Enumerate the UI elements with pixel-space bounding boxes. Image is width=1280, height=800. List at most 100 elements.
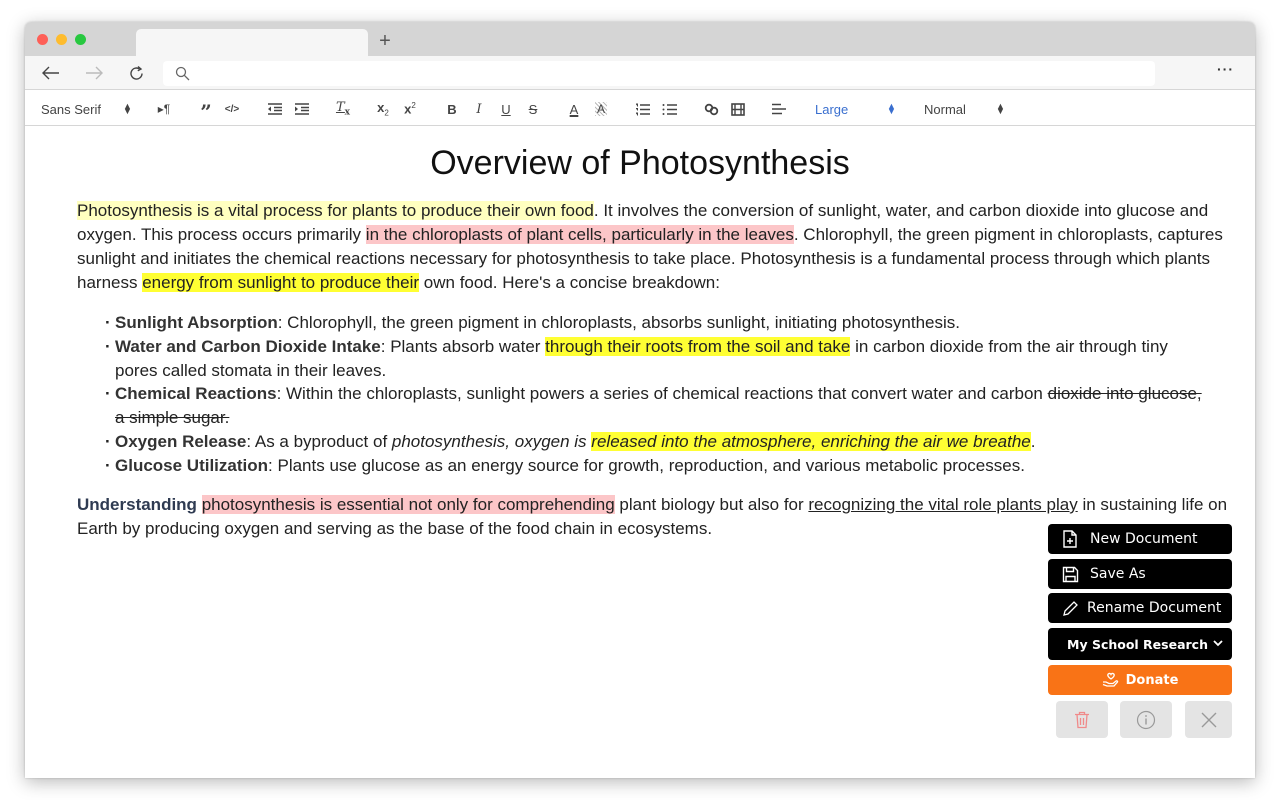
strikethrough-button[interactable]: S [524, 100, 542, 118]
text-span: own food. Here's a concise breakdown: [419, 273, 720, 292]
navigation-bar: ··· [25, 56, 1255, 90]
list-item: Sunlight Absorption: Chlorophyll, the gr… [103, 311, 1203, 335]
tab-bar: + [25, 22, 1255, 57]
italic-icon: I [476, 101, 482, 117]
code-block-button[interactable]: </> [223, 100, 241, 118]
select-arrows-icon: ▲ ▼ [996, 101, 1005, 116]
subscript-button[interactable]: x2 [374, 100, 392, 118]
direction-button[interactable]: ▸¶ [155, 100, 173, 118]
heading-value: Normal [924, 101, 966, 117]
list-item: Water and Carbon Dioxide Intake: Plants … [103, 335, 1203, 383]
list-item: Glucose Utilization: Plants use glucose … [103, 454, 1203, 478]
font-family-select[interactable]: Sans Serif ▲ ▼ [41, 100, 136, 118]
underline-icon: U [501, 101, 511, 117]
text-color-button[interactable]: A [565, 100, 583, 118]
info-button[interactable] [1120, 701, 1172, 738]
highlighted-text: released into the atmosphere, enriching … [591, 431, 1031, 451]
text-color-icon: A [569, 101, 579, 117]
bold-text: Understanding [77, 495, 197, 514]
maximize-window-button[interactable] [75, 34, 86, 45]
url-input[interactable] [197, 64, 1137, 83]
arrow-right-icon [86, 66, 103, 80]
bold-button[interactable]: B [443, 100, 461, 118]
list-item-title: Water and Carbon Dioxide Intake [115, 336, 381, 356]
ordered-list-button[interactable] [633, 100, 651, 118]
reload-icon [129, 65, 143, 80]
highlighted-text: in the chloroplasts of plant cells, part… [365, 225, 794, 244]
list-item-text: : As a byproduct of [246, 431, 392, 451]
link-button[interactable] [702, 100, 720, 118]
trash-icon [1075, 711, 1089, 728]
strikethrough-icon: S [528, 101, 538, 117]
delete-button[interactable] [1056, 701, 1108, 738]
code-icon: </> [224, 103, 240, 115]
heart-hand-icon [1102, 672, 1120, 688]
italic-button[interactable]: I [470, 100, 488, 118]
align-button[interactable] [770, 100, 788, 118]
browser-window: + ··· Sans Serif ▲ ▼ ▸¶ ” </> Tx x2 x2 B… [25, 22, 1255, 778]
document-select[interactable]: My School Research [1048, 628, 1232, 660]
more-menu-button[interactable]: ··· [1217, 61, 1234, 77]
font-size-select[interactable]: Large ▲ ▼ [815, 100, 900, 118]
highlight-color-icon: A [594, 102, 607, 116]
outdent-button[interactable] [265, 100, 283, 118]
outdent-icon [267, 103, 282, 115]
text-span [197, 495, 202, 514]
info-icon [1136, 710, 1156, 729]
heading-select[interactable]: Normal ▲ ▼ [924, 100, 1009, 118]
blockquote-button[interactable]: ” [197, 100, 215, 122]
font-size-value: Large [815, 101, 849, 117]
intro-paragraph: Photosynthesis is a vital process for pl… [77, 199, 1247, 295]
link-icon [704, 103, 718, 115]
close-window-button[interactable] [37, 34, 48, 45]
new-document-button[interactable]: New Document [1048, 524, 1232, 554]
list-item-title: Sunlight Absorption [115, 313, 278, 332]
arrow-left-icon [42, 66, 59, 80]
superscript-button[interactable]: x2 [401, 100, 419, 118]
underline-button[interactable]: U [497, 100, 515, 118]
browser-tab[interactable] [136, 29, 368, 57]
chevron-down-icon [1213, 640, 1223, 647]
editor-toolbar: Sans Serif ▲ ▼ ▸¶ ” </> Tx x2 x2 B I U S … [25, 91, 1255, 126]
text-span: plant biology but also for [614, 495, 809, 514]
bullet-list-button[interactable] [660, 100, 678, 118]
list-item-text: : Plants use glucose as an energy source… [268, 455, 1025, 475]
address-bar[interactable] [163, 61, 1155, 86]
document-title: Overview of Photosynthesis [430, 144, 850, 182]
new-document-label: New Document [1090, 531, 1198, 547]
list-item-title: Oxygen Release [115, 431, 247, 451]
select-arrows-icon: ▲ ▼ [123, 101, 132, 116]
minimize-window-button[interactable] [56, 34, 67, 45]
bullet-list-icon [662, 103, 677, 115]
back-button[interactable] [40, 62, 62, 84]
save-as-button[interactable]: Save As [1048, 559, 1232, 589]
background-color-button[interactable]: A [592, 100, 610, 118]
align-left-icon [772, 103, 786, 115]
new-tab-button[interactable]: + [375, 29, 395, 53]
list-item-text: . [1030, 431, 1036, 451]
highlighted-text: through their roots from the soil and ta… [545, 336, 851, 356]
forward-button[interactable] [83, 62, 105, 84]
highlighted-text: photosynthesis is essential not only for… [201, 495, 615, 514]
highlighted-text: Photosynthesis is a vital process for pl… [77, 201, 594, 220]
donate-button[interactable]: Donate [1048, 665, 1232, 695]
list-item-title: Glucose Utilization [115, 455, 269, 475]
clear-formatting-button[interactable]: Tx [334, 100, 352, 118]
rename-document-button[interactable]: Rename Document [1048, 593, 1232, 623]
ordered-list-icon [635, 103, 650, 115]
video-icon [731, 102, 745, 116]
close-icon [1201, 712, 1216, 727]
file-plus-icon [1060, 529, 1080, 549]
close-panel-button[interactable] [1185, 701, 1232, 738]
reload-button[interactable] [125, 62, 147, 84]
select-arrows-icon: ▲ ▼ [887, 101, 896, 116]
bold-icon: B [447, 101, 457, 117]
save-as-label: Save As [1090, 566, 1146, 582]
document-select-value: My School Research [1067, 636, 1208, 652]
video-button[interactable] [729, 100, 747, 118]
paragraph-direction-icon: ▸¶ [157, 102, 171, 116]
list-item-text: : Within the chloroplasts, sunlight powe… [276, 384, 1048, 404]
save-icon [1060, 564, 1080, 584]
clear-format-icon: Tx [335, 100, 351, 118]
indent-button[interactable] [292, 100, 310, 118]
